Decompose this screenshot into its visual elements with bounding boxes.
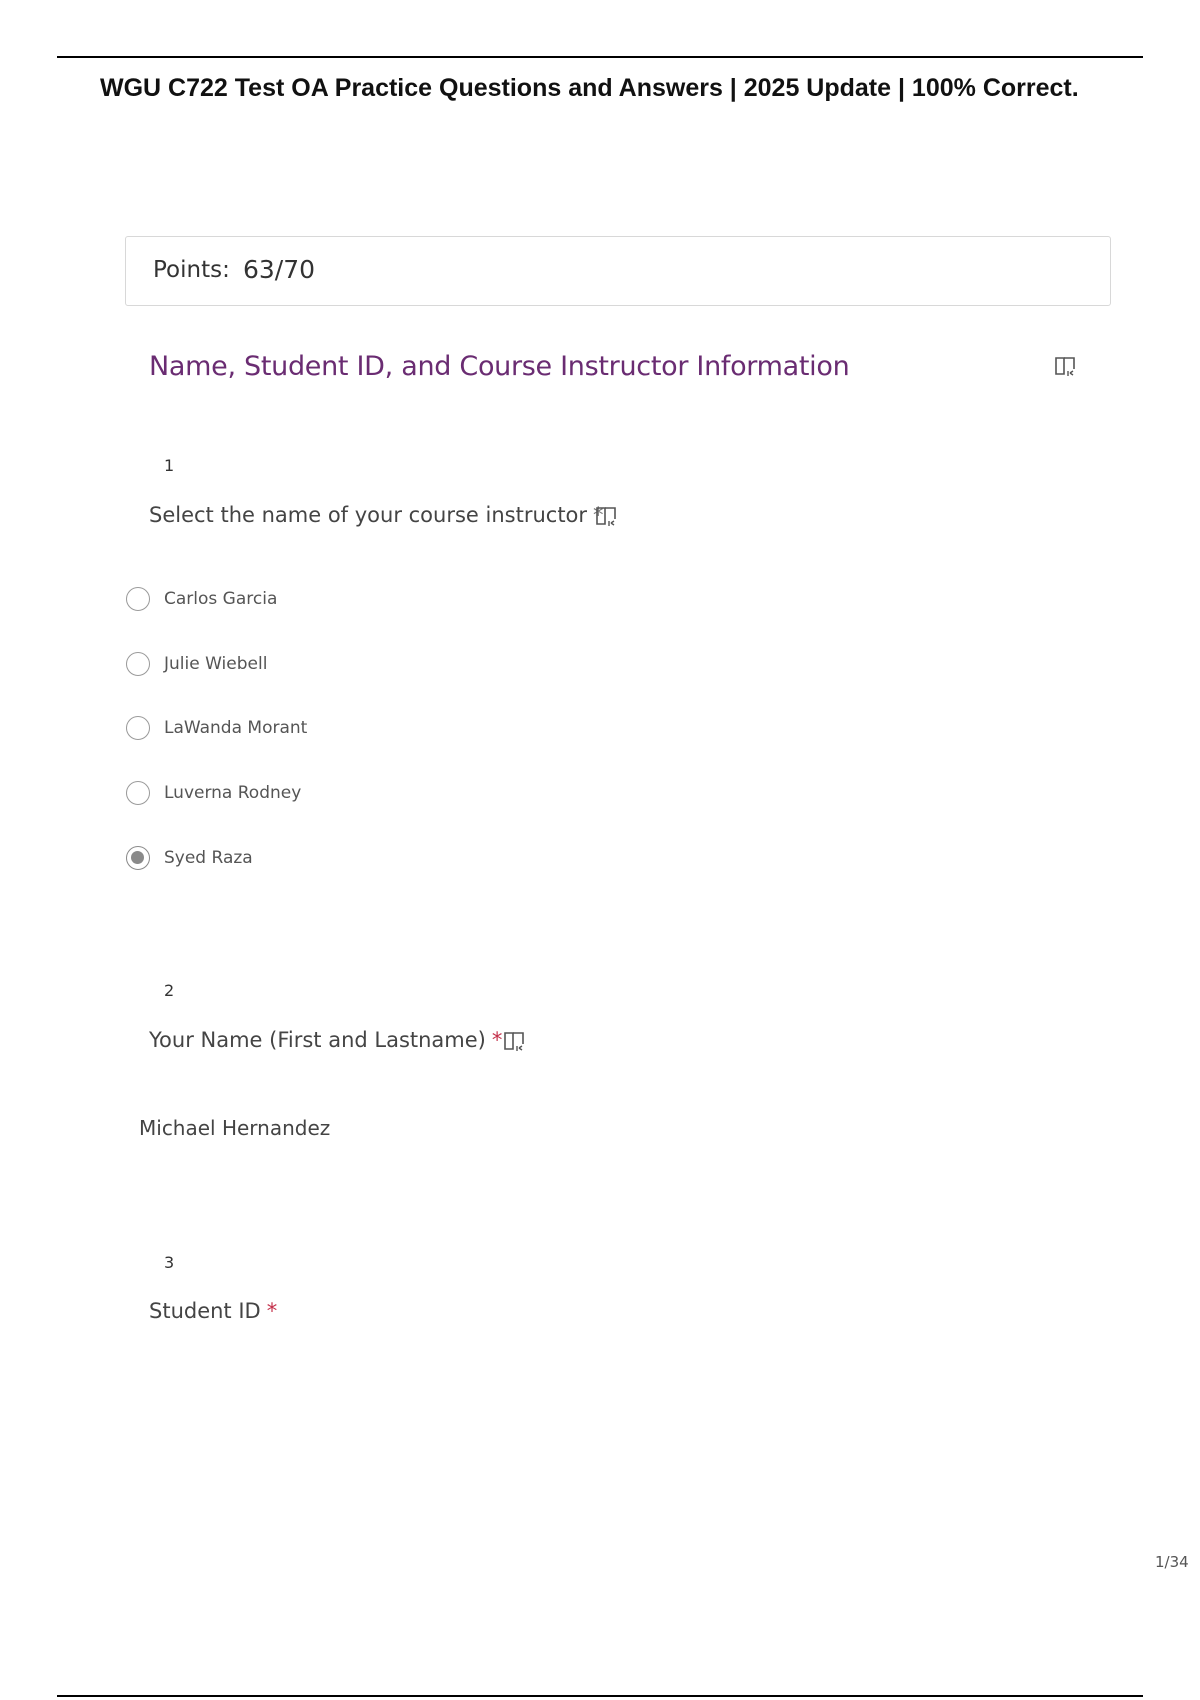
question-2-answer: Michael Hernandez bbox=[139, 1116, 331, 1140]
option-label: Carlos Garcia bbox=[164, 589, 278, 609]
section-title: Name, Student ID, and Course Instructor … bbox=[149, 351, 850, 382]
question-3-number: 3 bbox=[164, 1253, 175, 1272]
immersive-reader-icon[interactable] bbox=[1054, 356, 1076, 376]
option-lawanda-morant[interactable]: LaWanda Morant bbox=[126, 714, 307, 742]
radio-button-selected[interactable] bbox=[126, 846, 150, 870]
question-2-text: Your Name (First and Lastname) * bbox=[149, 1028, 502, 1052]
page-number: 1/34 bbox=[1155, 1553, 1189, 1571]
option-julie-wiebell[interactable]: Julie Wiebell bbox=[126, 650, 267, 678]
radio-button[interactable] bbox=[126, 716, 150, 740]
option-label: Luverna Rodney bbox=[164, 783, 302, 803]
immersive-reader-icon[interactable] bbox=[503, 1031, 525, 1051]
radio-button[interactable] bbox=[126, 587, 150, 611]
points-box: Points: 63/70 bbox=[125, 236, 1111, 306]
bottom-divider bbox=[57, 1695, 1143, 1697]
question-1-number: 1 bbox=[164, 456, 175, 475]
question-1-text: Select the name of your course instructo… bbox=[149, 503, 604, 527]
document-title: WGU C722 Test OA Practice Questions and … bbox=[100, 74, 1079, 102]
question-3-text: Student ID * bbox=[149, 1299, 277, 1323]
option-label: Julie Wiebell bbox=[164, 654, 268, 674]
option-label: Syed Raza bbox=[164, 848, 253, 868]
question-1-label: Select the name of your course instructo… bbox=[149, 503, 588, 527]
immersive-reader-icon[interactable] bbox=[595, 506, 617, 526]
option-luverna-rodney[interactable]: Luverna Rodney bbox=[126, 779, 301, 807]
points-value: 63/70 bbox=[243, 255, 316, 284]
option-label: LaWanda Morant bbox=[164, 718, 308, 738]
required-marker: * bbox=[491, 1028, 503, 1052]
radio-button[interactable] bbox=[126, 781, 150, 805]
question-2-label: Your Name (First and Lastname) bbox=[149, 1028, 486, 1052]
option-syed-raza[interactable]: Syed Raza bbox=[126, 844, 253, 872]
required-marker: * bbox=[266, 1299, 278, 1323]
points-label: Points: bbox=[153, 257, 230, 283]
question-3-label: Student ID bbox=[149, 1299, 261, 1323]
option-carlos-garcia[interactable]: Carlos Garcia bbox=[126, 585, 277, 613]
question-2-number: 2 bbox=[164, 981, 175, 1000]
top-divider bbox=[57, 56, 1143, 58]
radio-button[interactable] bbox=[126, 652, 150, 676]
